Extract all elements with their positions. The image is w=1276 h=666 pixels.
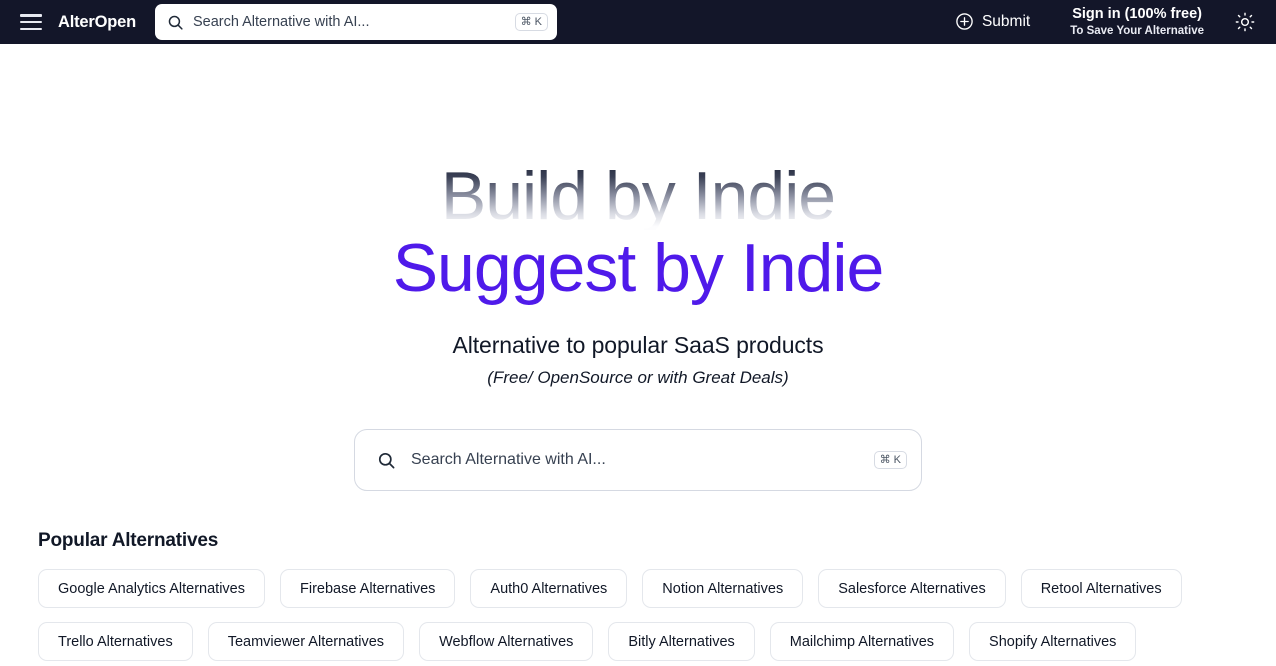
- alternative-tag[interactable]: Salesforce Alternatives: [818, 569, 1006, 609]
- header-search-placeholder: Search Alternative with AI...: [192, 14, 370, 30]
- header-search-shortcut-badge: ⌘ K: [514, 12, 548, 32]
- hero-section: Build by Indie Suggest by Indie Alternat…: [0, 44, 1276, 492]
- alternative-tag[interactable]: Google Analytics Alternatives: [38, 569, 265, 609]
- theme-toggle-button[interactable]: [1232, 9, 1258, 35]
- tag-row: Google Analytics Alternatives Firebase A…: [38, 569, 1238, 609]
- hamburger-line: [20, 14, 42, 17]
- brand-logo[interactable]: AlterOpen: [58, 13, 136, 32]
- sign-in-title: Sign in (100% free): [1072, 6, 1202, 23]
- sign-in-subtitle: To Save Your Alternative: [1070, 24, 1204, 37]
- hamburger-line: [20, 20, 42, 24]
- hero-search-container: Search Alternative with AI... ⌘ K: [0, 429, 1276, 492]
- header-search-input[interactable]: Search Alternative with AI... ⌘ K: [154, 4, 557, 40]
- plus-circle-icon: [956, 13, 973, 31]
- popular-alternatives-section: Popular Alternatives Google Analytics Al…: [0, 530, 1276, 662]
- search-icon: [168, 15, 183, 30]
- sign-in-button[interactable]: Sign in (100% free) To Save Your Alterna…: [1070, 6, 1204, 38]
- submit-button[interactable]: Submit: [955, 12, 1030, 31]
- alternative-tag[interactable]: Firebase Alternatives: [280, 569, 456, 609]
- hero-search-shortcut-badge: ⌘ K: [873, 451, 907, 470]
- alternative-tag[interactable]: Retool Alternatives: [1020, 569, 1182, 609]
- hero-search-placeholder: Search Alternative with AI...: [411, 451, 606, 469]
- alternative-tag[interactable]: Teamviewer Alternatives: [207, 622, 405, 662]
- hamburger-line: [20, 27, 42, 30]
- submit-button-label: Submit: [981, 12, 1031, 30]
- hero-headline-line-2: Suggest by Indie: [392, 230, 885, 306]
- search-icon: [378, 452, 395, 469]
- tag-row: Trello Alternatives Teamviewer Alternati…: [38, 622, 1238, 662]
- alternative-tag[interactable]: Bitly Alternatives: [608, 622, 755, 662]
- hero-subtitle: Alternative to popular SaaS products: [452, 332, 824, 359]
- alternative-tag[interactable]: Notion Alternatives: [642, 569, 804, 609]
- alternative-tag[interactable]: Mailchimp Alternatives: [769, 622, 955, 662]
- popular-alternatives-title: Popular Alternatives: [38, 530, 219, 552]
- popular-alternatives-tag-list: Google Analytics Alternatives Firebase A…: [38, 569, 1238, 662]
- hamburger-menu-icon[interactable]: [20, 14, 42, 30]
- alternative-tag[interactable]: Shopify Alternatives: [969, 622, 1137, 662]
- hero-subtitle-secondary: (Free/ OpenSource or with Great Deals): [487, 368, 789, 388]
- sun-icon: [1235, 12, 1255, 32]
- alternative-tag[interactable]: Auth0 Alternatives: [470, 569, 628, 609]
- hero-search-input[interactable]: Search Alternative with AI... ⌘ K: [354, 429, 922, 492]
- alternative-tag[interactable]: Trello Alternatives: [38, 622, 193, 662]
- header-actions: Submit Sign in (100% free) To Save Your …: [955, 6, 1262, 38]
- top-navigation-bar: AlterOpen Search Alternative with AI... …: [0, 0, 1276, 44]
- hero-headline-line-1: Build by Indie: [0, 162, 1276, 230]
- alternative-tag[interactable]: Webflow Alternatives: [419, 622, 594, 662]
